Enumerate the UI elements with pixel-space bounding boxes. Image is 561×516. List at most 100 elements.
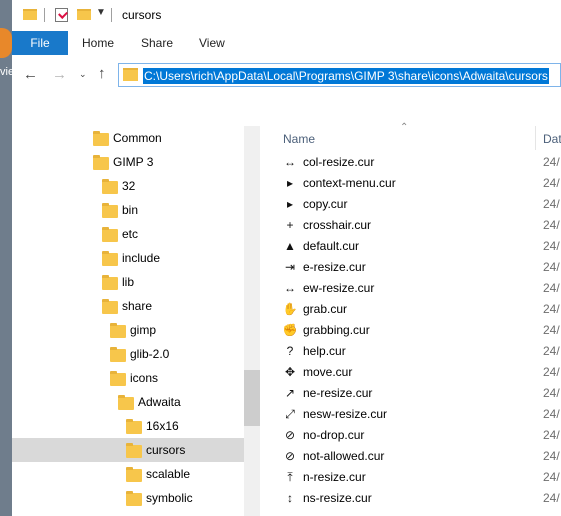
folder-icon bbox=[126, 418, 142, 434]
file-row[interactable]: ▲ default.cur bbox=[282, 236, 532, 257]
tree-item-gimp-3[interactable]: GIMP 3 bbox=[12, 150, 244, 174]
title-bar bbox=[12, 0, 561, 31]
cursor-file-icon: ✋ bbox=[282, 302, 298, 316]
cursor-file-icon: + bbox=[286, 218, 294, 232]
address-path[interactable]: C:\Users\rich\AppData\Local\Programs\GIM… bbox=[143, 68, 549, 84]
address-folder-icon bbox=[123, 68, 138, 81]
cursor-file-icon: ⇥ bbox=[284, 260, 296, 274]
file-name: no-drop.cur bbox=[303, 428, 365, 442]
tree-item-label: Adwaita bbox=[138, 395, 181, 409]
file-date: 24/ bbox=[543, 218, 560, 232]
file-row[interactable]: ⊘ not-allowed.cur bbox=[282, 446, 532, 467]
column-separator[interactable] bbox=[535, 126, 536, 150]
folder-icon bbox=[102, 250, 118, 266]
properties-icon[interactable] bbox=[55, 8, 68, 22]
back-arrow-icon[interactable]: ← bbox=[23, 67, 38, 82]
new-folder-icon[interactable] bbox=[77, 9, 91, 20]
navigation-pane[interactable]: Common GIMP 3 32 bin etc include lib share gimp g… bbox=[12, 126, 244, 516]
file-name: copy.cur bbox=[303, 197, 348, 211]
tree-item-common[interactable]: Common bbox=[12, 126, 244, 150]
cursor-file-icon: ▲ bbox=[284, 239, 296, 253]
folder-icon bbox=[110, 322, 126, 338]
file-date: 24/ bbox=[543, 197, 560, 211]
file-row[interactable]: ▸ context-menu.cur bbox=[282, 173, 532, 194]
file-row[interactable]: ↔ ew-resize.cur bbox=[282, 278, 532, 299]
tab-home[interactable]: Home bbox=[82, 31, 114, 55]
folder-icon bbox=[93, 154, 109, 170]
file-date: 24/ bbox=[543, 281, 560, 295]
file-name: col-resize.cur bbox=[303, 155, 375, 169]
up-arrow-icon[interactable]: ↑ bbox=[98, 66, 106, 81]
tree-item-label: lib bbox=[122, 275, 135, 289]
tree-item-lib[interactable]: lib bbox=[12, 270, 244, 294]
folder-icon bbox=[102, 178, 118, 194]
tree-item-bin[interactable]: bin bbox=[12, 198, 244, 222]
file-row[interactable]: ✥ move.cur bbox=[282, 362, 532, 383]
file-name: e-resize.cur bbox=[303, 260, 366, 274]
tree-item-etc[interactable]: etc bbox=[12, 222, 244, 246]
file-row[interactable]: ⤢ nesw-resize.cur bbox=[282, 404, 532, 425]
file-row[interactable]: ↕ ns-resize.cur bbox=[282, 488, 532, 509]
tab-share[interactable]: Share bbox=[141, 31, 173, 55]
quick-access-separator bbox=[44, 8, 45, 22]
tree-item-glib-2-0[interactable]: glib-2.0 bbox=[12, 342, 244, 366]
forward-arrow-icon[interactable]: → bbox=[52, 67, 67, 82]
cursor-file-icon: ⊘ bbox=[284, 449, 296, 463]
tree-item-label: scalable bbox=[146, 467, 191, 481]
file-name: not-allowed.cur bbox=[303, 449, 385, 463]
file-date: 24/ bbox=[543, 407, 560, 421]
file-row[interactable]: ⇥ e-resize.cur bbox=[282, 257, 532, 278]
tree-item-32[interactable]: 32 bbox=[12, 174, 244, 198]
customize-toolbar-icon[interactable]: ▼ bbox=[96, 7, 106, 18]
tab-file[interactable]: File bbox=[12, 31, 68, 55]
tree-item-label: 16x16 bbox=[146, 419, 179, 433]
sort-ascending-icon: ⌃ bbox=[400, 122, 409, 133]
file-name: crosshair.cur bbox=[303, 218, 372, 232]
tree-item-label: share bbox=[122, 299, 153, 313]
file-row[interactable]: ? help.cur bbox=[282, 341, 532, 362]
navigation-scrollbar-thumb[interactable] bbox=[244, 370, 260, 426]
tree-item-adwaita[interactable]: Adwaita bbox=[12, 390, 244, 414]
file-row[interactable]: ▸ copy.cur bbox=[282, 194, 532, 215]
file-date: 24/ bbox=[543, 365, 560, 379]
tree-item-include[interactable]: include bbox=[12, 246, 244, 270]
navigation-scrollbar[interactable] bbox=[244, 126, 260, 516]
folder-icon bbox=[126, 466, 142, 482]
file-name: ns-resize.cur bbox=[303, 491, 372, 505]
file-row[interactable]: ↗ ne-resize.cur bbox=[282, 383, 532, 404]
file-row[interactable]: ✊ grabbing.cur bbox=[282, 320, 532, 341]
file-date: 24/ bbox=[543, 491, 560, 505]
tree-item-symbolic[interactable]: symbolic bbox=[12, 486, 244, 510]
recent-locations-chevron-icon[interactable]: ⌄ bbox=[79, 70, 87, 79]
column-header-date[interactable]: Dat bbox=[543, 128, 561, 150]
cursor-file-icon: ⤒ bbox=[287, 470, 293, 484]
tree-item-icons[interactable]: icons bbox=[12, 366, 244, 390]
file-date: 24/ bbox=[543, 302, 560, 316]
tree-item-label: etc bbox=[122, 227, 139, 241]
tree-item-gimp[interactable]: gimp bbox=[12, 318, 244, 342]
file-row[interactable]: + crosshair.cur bbox=[282, 215, 532, 236]
file-name: context-menu.cur bbox=[303, 176, 396, 190]
tree-item-scalable[interactable]: scalable bbox=[12, 462, 244, 486]
file-row[interactable]: ⤒ n-resize.cur bbox=[282, 467, 532, 488]
file-row[interactable]: ⊘ no-drop.cur bbox=[282, 425, 532, 446]
folder-icon bbox=[110, 370, 126, 386]
tree-item-16x16[interactable]: 16x16 bbox=[12, 414, 244, 438]
column-header-name[interactable]: Name bbox=[283, 128, 315, 150]
tree-item-share[interactable]: share bbox=[12, 294, 244, 318]
folder-icon bbox=[102, 226, 118, 242]
file-row[interactable]: ↔ col-resize.cur bbox=[282, 152, 532, 173]
file-row[interactable]: ✋ grab.cur bbox=[282, 299, 532, 320]
tree-item-cursors[interactable]: cursors bbox=[12, 438, 244, 462]
folder-icon bbox=[102, 202, 118, 218]
desktop-app-icon[interactable] bbox=[0, 28, 12, 58]
tree-item-label: symbolic bbox=[146, 491, 193, 505]
file-date: 24/ bbox=[543, 428, 560, 442]
file-name: move.cur bbox=[303, 365, 353, 379]
folder-icon bbox=[118, 394, 134, 410]
quick-access-folder-icon[interactable] bbox=[23, 9, 37, 20]
file-date: 24/ bbox=[543, 155, 560, 169]
cursor-file-icon: ↔ bbox=[284, 281, 296, 295]
tree-item-label: gimp bbox=[130, 323, 157, 337]
tab-view[interactable]: View bbox=[199, 31, 225, 55]
